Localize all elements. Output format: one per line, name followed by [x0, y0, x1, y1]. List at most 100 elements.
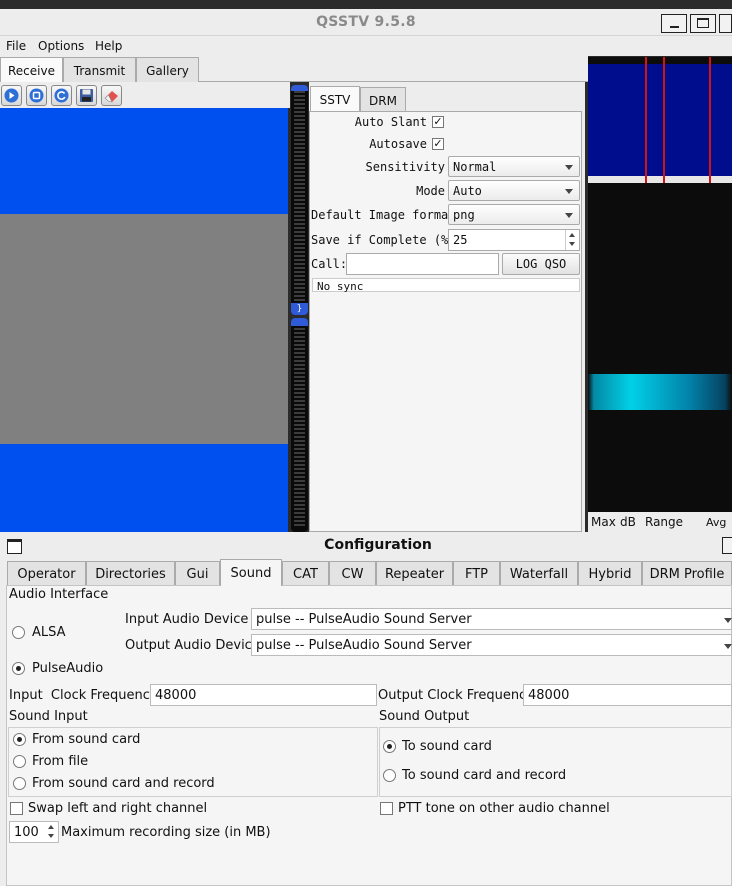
tab-hybrid[interactable]: Hybrid	[578, 561, 642, 585]
from-sound-card-radio[interactable]	[13, 733, 26, 746]
output-clock-frequency-label: Output Clock Frequency	[378, 688, 534, 703]
input-audio-device-value: pulse -- PulseAudio Sound Server	[256, 612, 472, 627]
audio-interface-label: Audio Interface	[9, 587, 109, 602]
stop-button[interactable]	[26, 85, 47, 106]
call-input[interactable]	[346, 253, 499, 275]
receive-toolbar	[0, 82, 290, 108]
maximize-button[interactable]	[690, 14, 716, 33]
save-if-complete-value: 25	[453, 233, 468, 247]
ptt-tone-label: PTT tone on other audio channel	[398, 801, 610, 816]
spin-arrows-icon[interactable]	[565, 230, 579, 250]
erase-button[interactable]	[101, 85, 122, 106]
pulseaudio-label: PulseAudio	[32, 661, 104, 676]
from-file-radio[interactable]	[13, 755, 26, 768]
minimize-button[interactable]	[661, 14, 687, 33]
save-image-button[interactable]	[76, 85, 97, 106]
chevron-down-icon	[565, 165, 573, 170]
alsa-radio[interactable]	[12, 626, 25, 639]
image-format-select[interactable]: png	[448, 204, 580, 225]
swap-channels-checkbox[interactable]	[10, 802, 23, 815]
tab-repeater[interactable]: Repeater	[376, 561, 453, 585]
menu-file[interactable]: File	[6, 39, 26, 53]
max-recording-value: 100	[14, 825, 39, 840]
configuration-close-button[interactable]	[722, 537, 732, 554]
menu-options[interactable]: Options	[38, 39, 84, 53]
output-audio-device-select[interactable]: pulse -- PulseAudio Sound Server	[251, 634, 732, 656]
input-audio-device-label: Input Audio Device	[125, 612, 249, 627]
sound-output-label: Sound Output	[379, 709, 470, 724]
tab-directories[interactable]: Directories	[86, 561, 175, 585]
tab-gui[interactable]: Gui	[175, 561, 220, 585]
sync-level-meter: }	[291, 85, 308, 315]
tab-sstv[interactable]: SSTV	[310, 86, 360, 112]
max-recording-spinbox[interactable]: 100	[9, 821, 59, 843]
main-tabbar: Receive Transmit Gallery	[0, 56, 588, 83]
default-image-format-label: Default Image format	[311, 208, 456, 222]
menu-help[interactable]: Help	[95, 39, 122, 53]
db-label: dB	[620, 515, 636, 529]
image-format-value: png	[453, 208, 475, 222]
sync-status: No sync	[312, 278, 580, 293]
tab-drm[interactable]: DRM	[360, 87, 406, 112]
pulseaudio-radio[interactable]	[12, 662, 25, 675]
chevron-down-icon	[724, 644, 732, 649]
ptt-tone-checkbox[interactable]	[380, 802, 393, 815]
configuration-title: Configuration	[324, 537, 432, 553]
save-if-complete-label: Save if Complete (%)	[311, 233, 456, 247]
resync-button[interactable]	[51, 85, 72, 106]
tab-cat[interactable]: CAT	[282, 561, 329, 585]
mode-value: Auto	[453, 184, 482, 198]
range-label: Range	[645, 515, 684, 529]
close-button[interactable]	[719, 14, 732, 33]
tab-drm-profile[interactable]: DRM Profile	[642, 561, 732, 585]
from-file-label: From file	[32, 754, 89, 769]
to-sound-card-and-record-radio[interactable]	[383, 769, 396, 782]
tab-transmit[interactable]: Transmit	[63, 57, 136, 82]
to-sound-card-radio[interactable]	[383, 740, 396, 753]
call-label: Call:	[311, 257, 348, 271]
auto-slant-checkbox[interactable]: ✓	[432, 116, 444, 128]
tab-waterfall[interactable]: Waterfall	[500, 561, 578, 585]
erase-icon	[104, 91, 118, 103]
output-audio-device-value: pulse -- PulseAudio Sound Server	[256, 638, 472, 653]
tab-ftp[interactable]: FTP	[453, 561, 500, 585]
waterfall-signal-trace	[588, 374, 732, 410]
autosave-checkbox[interactable]: ✓	[432, 138, 444, 150]
resync-icon	[54, 88, 69, 103]
output-clock-frequency-field[interactable]: 48000	[523, 684, 732, 706]
menubar: File Options Help	[0, 36, 732, 56]
output-audio-device-label: Output Audio Device	[125, 638, 260, 653]
autosave-label: Autosave	[369, 137, 427, 151]
from-sound-card-and-record-radio[interactable]	[13, 777, 26, 790]
chevron-down-icon	[724, 618, 732, 623]
tab-receive[interactable]: Receive	[0, 57, 63, 83]
start-button[interactable]	[1, 85, 22, 106]
spin-arrows-icon[interactable]	[45, 822, 58, 842]
tab-operator[interactable]: Operator	[7, 561, 86, 585]
input-audio-device-select[interactable]: pulse -- PulseAudio Sound Server	[251, 608, 732, 630]
log-qso-button[interactable]: LOG QSO	[502, 253, 580, 275]
tab-gallery[interactable]: Gallery	[136, 57, 199, 82]
input-clock-frequency-field[interactable]: 48000	[150, 684, 377, 706]
mode-select[interactable]: Auto	[448, 180, 580, 201]
swap-channels-label: Swap left and right channel	[28, 801, 208, 816]
marker-line	[645, 57, 647, 183]
sensitivity-value: Normal	[453, 160, 497, 174]
chevron-down-icon	[565, 213, 573, 218]
sound-output-group	[379, 727, 732, 797]
configuration-titlebar: Configuration	[0, 532, 732, 559]
received-image-gray-band	[0, 214, 288, 444]
marker-line	[709, 57, 711, 183]
input-clock-frequency-label: Input Clock Frequency	[9, 688, 158, 703]
marker-line	[663, 57, 665, 183]
tab-sound[interactable]: Sound	[220, 559, 282, 586]
to-sound-card-and-record-label: To sound card and record	[402, 768, 567, 783]
window-title: QSSTV 9.5.8	[316, 14, 416, 30]
main-titlebar: QSSTV 9.5.8	[0, 9, 732, 36]
sensitivity-select[interactable]: Normal	[448, 156, 580, 177]
save-if-complete-spinbox[interactable]: 25	[448, 229, 580, 251]
from-sound-card-label: From sound card	[32, 732, 141, 747]
sensitivity-label: Sensitivity	[365, 160, 445, 174]
tab-cw[interactable]: CW	[329, 561, 376, 585]
mode-label: Mode	[416, 184, 445, 198]
